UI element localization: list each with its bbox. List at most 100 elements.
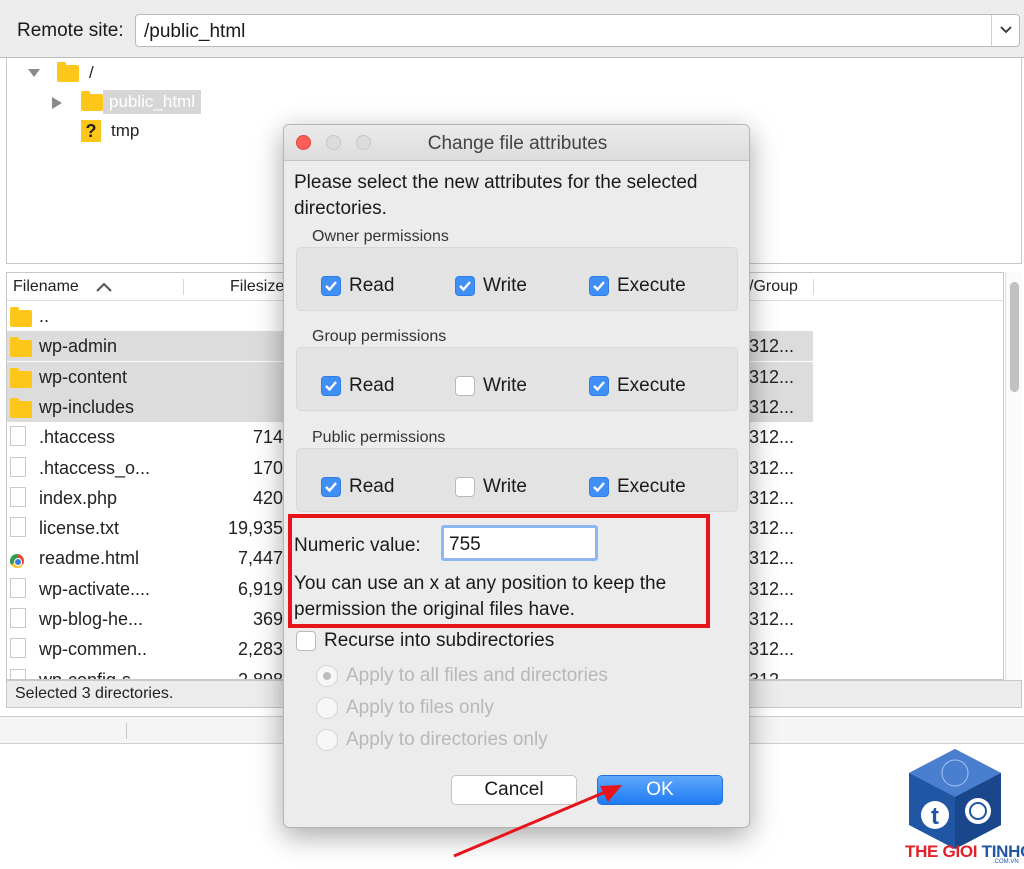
pointer-arrow-annotation [453, 785, 622, 858]
unknown-folder-icon: ? [81, 120, 101, 142]
dialog-titlebar: Change file attributes [284, 125, 749, 161]
file-owner-group: 312... [749, 427, 795, 448]
chrome-icon [10, 549, 24, 570]
public-execute-checkbox[interactable]: Execute [589, 476, 686, 498]
checkbox-unchecked-icon[interactable] [296, 631, 316, 651]
public-write-checkbox[interactable]: Write [455, 476, 527, 498]
group-execute-checkbox[interactable]: Execute [589, 375, 686, 397]
collapse-arrow-icon[interactable] [51, 96, 63, 110]
file-name: readme.html [39, 548, 140, 569]
radio-selected-icon [316, 665, 338, 687]
file-icon [10, 486, 26, 512]
remote-path-combo[interactable]: /public_html [135, 14, 1020, 47]
file-owner-group: 312... [749, 609, 795, 629]
checkbox-checked-icon[interactable] [321, 376, 341, 396]
tree-item-root[interactable]: / [27, 60, 94, 86]
file-owner-group: 312... [749, 578, 795, 599]
highlight-annotation [288, 514, 710, 628]
file-name: .htaccess_o... [39, 457, 151, 478]
checkbox-checked-icon[interactable] [321, 477, 341, 497]
tree-root-label: / [89, 63, 94, 82]
checkbox-checked-icon[interactable] [455, 276, 475, 296]
owner-permissions-group: Read Write Execute [296, 247, 738, 311]
file-name: wp-commen.. [39, 639, 148, 660]
group-read-checkbox[interactable]: Read [321, 375, 394, 397]
recurse-label: Recurse into subdirectories [324, 630, 555, 651]
folder-icon [10, 367, 32, 393]
radio-icon [316, 729, 338, 751]
radio-apply-directories-label: Apply to directories only [346, 729, 548, 750]
file-name: index.php [39, 487, 118, 508]
file-size: 714 [252, 427, 283, 448]
watermark-subtext: .COM.VN [993, 859, 1019, 865]
radio-apply-all-label: Apply to all files and directories [346, 665, 608, 686]
file-owner-group: 312... [749, 518, 795, 539]
file-size: 6,919 [237, 578, 283, 599]
file-name: wp-activate.... [39, 578, 151, 599]
expand-arrow-icon[interactable] [27, 68, 41, 78]
public-read-checkbox[interactable]: Read [321, 476, 394, 498]
group-write-label: Write [483, 375, 527, 396]
sort-ascending-icon [96, 282, 112, 292]
checkbox-checked-icon[interactable] [589, 376, 609, 396]
public-execute-label: Execute [617, 476, 686, 497]
file-icon [10, 426, 26, 451]
remote-site-bar: Remote site: /public_html [0, 0, 1024, 58]
file-owner-group: 312... [749, 457, 795, 478]
vertical-scrollbar[interactable] [1005, 272, 1022, 680]
column-owner-group[interactable]: /Group [749, 278, 798, 296]
file-name: license.txt [39, 518, 120, 539]
checkbox-checked-icon[interactable] [589, 477, 609, 497]
public-write-label: Write [483, 476, 527, 497]
remote-path-value[interactable]: /public_html [144, 21, 245, 43]
owner-permissions-label: Owner permissions [312, 228, 449, 245]
folder-icon [10, 307, 32, 332]
file-icon [10, 456, 26, 482]
tree-item-public-html[interactable]: public_html [51, 89, 201, 115]
status-text: Selected 3 directories. [15, 685, 174, 702]
file-icon [10, 608, 26, 633]
file-icon [10, 668, 26, 679]
file-name: .htaccess [39, 427, 116, 448]
radio-apply-files-label: Apply to files only [346, 697, 494, 718]
public-permissions-label: Public permissions [312, 429, 446, 446]
file-name: wp-admin [39, 336, 118, 357]
public-read-label: Read [349, 476, 395, 497]
scrollbar-thumb[interactable] [1010, 282, 1019, 392]
group-write-checkbox[interactable]: Write [455, 375, 527, 397]
owner-read-checkbox[interactable]: Read [321, 275, 394, 297]
column-divider [126, 723, 127, 739]
group-permissions-group: Read Write Execute [296, 347, 738, 411]
column-filesize[interactable]: Filesize [230, 278, 284, 296]
file-size: 19,935 [227, 518, 283, 539]
column-filename[interactable]: Filename [13, 278, 79, 296]
file-size: 2,898 [237, 669, 283, 680]
owner-write-checkbox[interactable]: Write [455, 275, 527, 297]
checkbox-unchecked-icon[interactable] [455, 376, 475, 396]
file-size: 369 [252, 609, 283, 629]
chevron-down-icon[interactable] [991, 15, 1019, 46]
tree-selected-label: public_html [103, 90, 201, 114]
file-size: 2,283 [237, 639, 283, 660]
owner-execute-checkbox[interactable]: Execute [589, 275, 686, 297]
file-name: wp-config-s... [39, 669, 147, 680]
checkbox-checked-icon[interactable] [321, 276, 341, 296]
checkbox-checked-icon[interactable] [589, 276, 609, 296]
file-icon [10, 517, 26, 542]
owner-write-label: Write [483, 275, 527, 296]
folder-icon [81, 90, 103, 111]
folder-icon [57, 61, 79, 82]
checkbox-unchecked-icon[interactable] [455, 477, 475, 497]
svg-text:t: t [931, 803, 939, 830]
tree-item-tmp[interactable]: ? tmp [81, 118, 139, 144]
tree-tmp-label: tmp [111, 121, 140, 140]
recurse-checkbox[interactable]: Recurse into subdirectories [296, 630, 554, 652]
watermark-part1: THE GIOI [905, 842, 978, 861]
file-owner-group: 312... [749, 366, 795, 387]
file-name: wp-blog-he... [39, 609, 144, 629]
group-read-label: Read [349, 375, 395, 396]
file-size: 170 [252, 457, 283, 478]
public-permissions-group: Read Write Execute [296, 448, 738, 512]
radio-apply-directories: Apply to directories only [316, 729, 548, 751]
file-icon [10, 577, 26, 603]
